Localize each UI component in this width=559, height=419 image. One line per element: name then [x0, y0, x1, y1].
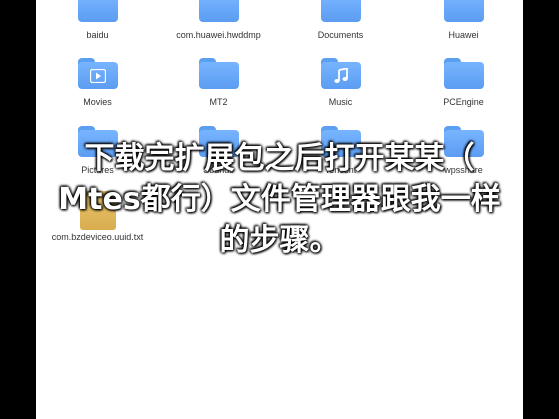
folder-icon — [320, 0, 361, 22]
folder-pictures[interactable]: Pictures — [36, 126, 159, 196]
folder-icon — [320, 58, 361, 89]
folder-icon — [443, 0, 484, 22]
folder-tencent[interactable]: Tencent — [279, 126, 402, 196]
folder-icon — [198, 126, 239, 157]
folder-label: Huawei — [448, 30, 479, 40]
file-manager-screen: baidu com.huawei.hwddmp Documents Huawei — [36, 0, 523, 419]
folder-documents[interactable]: Documents — [279, 0, 402, 61]
folder-sounds[interactable]: Sounds — [157, 126, 280, 196]
folder-label: com.huawei.hwddmp — [176, 30, 261, 40]
music-note-icon — [321, 62, 361, 89]
folder-icon — [77, 0, 118, 22]
folder-label: Sounds — [203, 165, 234, 175]
folder-label: Documents — [317, 30, 364, 40]
folder-baidu[interactable]: baidu — [36, 0, 159, 61]
folder-label: Pictures — [81, 165, 114, 175]
folder-music[interactable]: Music — [279, 58, 402, 128]
folder-label: Movies — [83, 97, 112, 107]
folder-icon — [198, 0, 239, 22]
file-label: com.bzdeviceo.uuid.txt — [51, 232, 144, 242]
folder-label: MT2 — [209, 97, 228, 107]
folder-label: Music — [328, 97, 353, 107]
folder-icon — [198, 58, 239, 89]
folder-grid: baidu com.huawei.hwddmp Documents Huawei — [36, 0, 523, 419]
folder-label: wpsshare — [444, 165, 483, 175]
file-com-bzdeviceo-uuid[interactable]: com.bzdeviceo.uuid.txt — [36, 191, 159, 261]
folder-icon — [77, 58, 118, 89]
folder-mt2[interactable]: MT2 — [157, 58, 280, 128]
folder-label: PCEngine — [443, 97, 484, 107]
folder-icon — [443, 126, 484, 157]
folder-label: baidu — [86, 30, 109, 40]
folder-pcengine[interactable]: PCEngine — [402, 58, 523, 128]
folder-icon — [77, 126, 118, 157]
text-file-icon — [79, 191, 116, 230]
folder-huawei[interactable]: Huawei — [402, 0, 523, 61]
folder-label: Tencent — [324, 165, 357, 175]
folder-icon — [443, 58, 484, 89]
folder-movies[interactable]: Movies — [36, 58, 159, 128]
folder-wpsshare[interactable]: wpsshare — [402, 126, 523, 196]
folder-com-huawei-hwddmp[interactable]: com.huawei.hwddmp — [157, 0, 280, 61]
play-icon — [78, 62, 118, 89]
folder-icon — [320, 126, 361, 157]
